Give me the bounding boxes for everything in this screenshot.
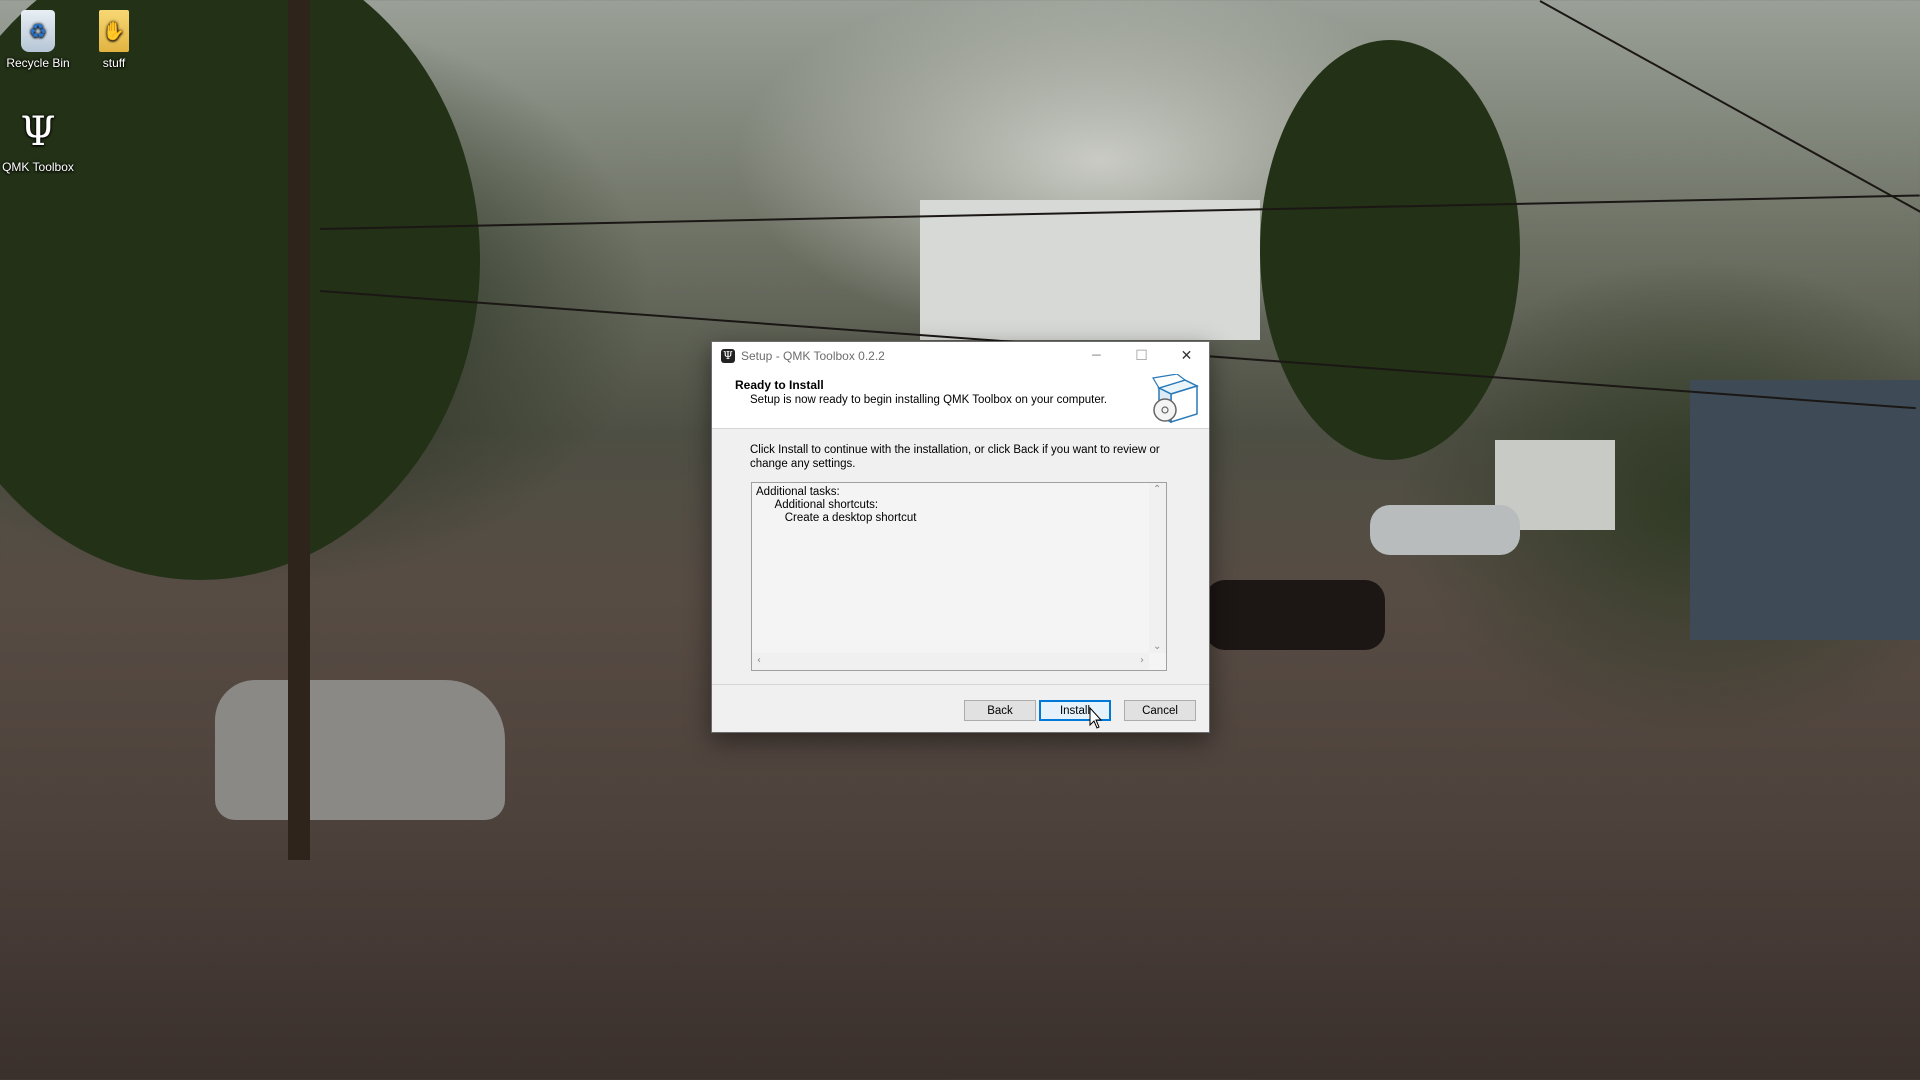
background-car-left	[215, 680, 505, 820]
background-garage	[1495, 440, 1615, 530]
qmk-toolbox-icon: Ψ	[20, 109, 56, 155]
background-porch	[1690, 380, 1920, 640]
memo-line: Additional shortcuts:	[756, 499, 879, 511]
background-car-silver	[1370, 505, 1520, 555]
wizard-body: Click Install to continue with the insta…	[712, 429, 1209, 681]
qmk-app-icon: Ψ	[721, 349, 735, 363]
maximize-button[interactable]: ☐	[1119, 342, 1164, 370]
desktop-icon-label: stuff	[102, 56, 126, 70]
memo-line: Create a desktop shortcut	[756, 512, 917, 524]
scroll-left-arrow-icon[interactable]: ‹	[757, 655, 761, 666]
recycle-bin-icon: ♻	[21, 10, 55, 52]
memo-content: Additional tasks: Additional shortcuts: …	[756, 486, 916, 525]
window-title: Setup - QMK Toolbox 0.2.2	[741, 349, 885, 363]
minimize-button[interactable]: ─	[1074, 342, 1119, 370]
ready-memo[interactable]: Additional tasks: Additional shortcuts: …	[751, 482, 1167, 671]
instructions-text: Click Install to continue with the insta…	[750, 444, 1160, 470]
background-wire	[319, 194, 1920, 230]
scroll-right-arrow-icon[interactable]: ›	[1140, 655, 1144, 666]
window-controls: ─ ☐ ✕	[1074, 342, 1209, 370]
scroll-up-arrow-icon[interactable]: ⌃	[1153, 484, 1161, 495]
back-button[interactable]: Back	[964, 700, 1036, 721]
background-trees-left	[0, 0, 480, 580]
close-button[interactable]: ✕	[1164, 342, 1209, 370]
wizard-footer: Back Install Cancel	[712, 684, 1209, 732]
background-car-dark	[1205, 580, 1385, 650]
page-title: Ready to Install	[735, 378, 824, 392]
title-bar[interactable]: Ψ Setup - QMK Toolbox 0.2.2 ─ ☐ ✕	[712, 342, 1209, 370]
desktop-icon-label: Recycle Bin	[6, 56, 70, 70]
setup-dialog: Ψ Setup - QMK Toolbox 0.2.2 ─ ☐ ✕ Ready …	[711, 341, 1210, 733]
cancel-button[interactable]: Cancel	[1124, 700, 1196, 721]
desktop-icon-stuff-folder[interactable]: ✋ stuff	[76, 4, 152, 70]
folder-icon: ✋	[99, 10, 129, 52]
background-utility-pole	[288, 0, 310, 860]
wizard-header: Ready to Install Setup is now ready to b…	[712, 370, 1209, 429]
desktop-icon-recycle-bin[interactable]: ♻ Recycle Bin	[0, 4, 76, 70]
horizontal-scrollbar[interactable]: ‹ ›	[752, 653, 1149, 670]
installer-box-icon	[1152, 374, 1200, 424]
desktop-icon-label: QMK Toolbox	[2, 160, 74, 174]
background-house	[920, 200, 1260, 340]
vertical-scrollbar[interactable]: ⌃ ⌄	[1149, 483, 1166, 653]
page-subtitle: Setup is now ready to begin installing Q…	[750, 394, 1108, 406]
mouse-cursor-icon	[1089, 707, 1103, 729]
scroll-down-arrow-icon[interactable]: ⌄	[1153, 641, 1161, 652]
memo-line: Additional tasks:	[756, 486, 840, 498]
desktop-icon-qmk-toolbox[interactable]: Ψ QMK Toolbox	[0, 102, 76, 174]
background-wire	[1539, 0, 1920, 274]
background-tree-right	[1260, 40, 1520, 460]
